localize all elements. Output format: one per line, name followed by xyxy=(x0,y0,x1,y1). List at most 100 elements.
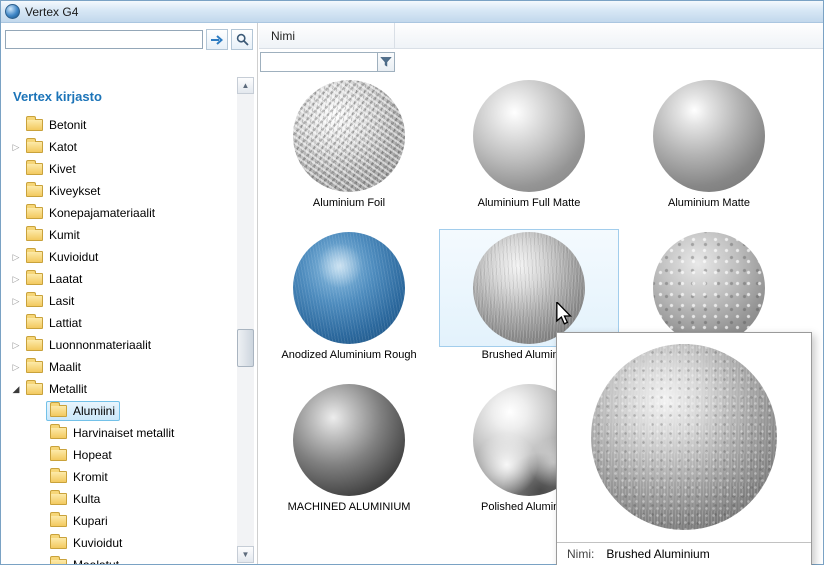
scroll-up-icon[interactable]: ▲ xyxy=(237,77,254,94)
material-thumbnail xyxy=(259,381,439,499)
material-name: Aluminium Foil xyxy=(259,197,439,209)
tree-item-maalatut[interactable]: Maalatut xyxy=(1,554,235,564)
tree-item-row: Kivet xyxy=(22,159,81,179)
tree-item-row: Kuvioidut xyxy=(46,533,127,553)
tree-item-kuvioidut[interactable]: Kuvioidut xyxy=(1,532,235,554)
material-sphere xyxy=(293,384,405,496)
folder-icon xyxy=(50,471,67,483)
folder-icon xyxy=(26,339,43,351)
column-header-nimi[interactable]: Nimi xyxy=(259,23,395,48)
folder-icon xyxy=(50,537,67,549)
tree-item-row: Hopeat xyxy=(46,445,117,465)
expand-icon[interactable]: ▷ xyxy=(10,142,22,153)
window-title: Vertex G4 xyxy=(25,5,78,19)
tree-item-label: Kupari xyxy=(73,514,108,528)
material-card-aluminium-matte[interactable]: Aluminium Matte xyxy=(619,75,799,227)
tree-item-label: Laatat xyxy=(49,272,82,286)
tree-item-row: Maalit xyxy=(22,357,86,377)
tree-item-kulta[interactable]: Kulta xyxy=(1,488,235,510)
column-header-rest xyxy=(395,23,823,48)
tree-item-row: Lattiat xyxy=(22,313,87,333)
scroll-down-icon[interactable]: ▼ xyxy=(237,546,254,563)
go-button[interactable] xyxy=(206,29,228,50)
tree-item-laatat[interactable]: ▷ Laatat xyxy=(1,268,235,290)
material-card-aluminium-full-matte[interactable]: Aluminium Full Matte xyxy=(439,75,619,227)
tree-item-lattiat[interactable]: Lattiat xyxy=(1,312,235,334)
tree-item-luonnonmateriaalit[interactable]: ▷ Luonnonmateriaalit xyxy=(1,334,235,356)
tree-item-kivet[interactable]: Kivet xyxy=(1,158,235,180)
tree-scrollbar[interactable]: ▲ ▼ xyxy=(237,77,254,563)
filter-input[interactable] xyxy=(260,52,377,72)
library-panel: Vertex kirjasto Betonit ▷Katot Kivet Kiveyk… xyxy=(1,23,258,564)
expand-icon[interactable]: ▷ xyxy=(10,362,22,373)
material-thumbnail xyxy=(439,229,619,347)
tree-item-label: Betonit xyxy=(49,118,86,132)
material-card-machined-aluminium[interactable]: MACHINED ALUMINIUM xyxy=(259,379,439,531)
expand-icon[interactable]: ▷ xyxy=(10,296,22,307)
tree-item-alumiini[interactable]: Alumiini xyxy=(1,400,235,422)
material-name: MACHINED ALUMINIUM xyxy=(259,501,439,513)
tree-item-label: Kivet xyxy=(49,162,76,176)
expand-icon[interactable]: ▷ xyxy=(10,340,22,351)
material-sphere xyxy=(653,232,765,344)
tree-item-label: Lattiat xyxy=(49,316,82,330)
scroll-thumb[interactable] xyxy=(237,329,254,367)
tree-item-label: Luonnonmateriaalit xyxy=(49,338,151,352)
tree-item-row: Lasit xyxy=(22,291,79,311)
tree-item-kupari[interactable]: Kupari xyxy=(1,510,235,532)
search-input[interactable] xyxy=(5,30,203,49)
tree-item-label: Kromit xyxy=(73,470,108,484)
material-name: Anodized Aluminium Rough xyxy=(259,349,439,361)
tree-list: Betonit ▷Katot Kivet Kiveykset Konepajamater… xyxy=(1,114,235,564)
tree-item-maalit[interactable]: ▷Maalit xyxy=(1,356,235,378)
tree-item-label: Kulta xyxy=(73,492,100,506)
tree-item-label: Kuvioidut xyxy=(73,536,122,550)
tree-item-label: Kumit xyxy=(49,228,80,242)
tree-item-kromit[interactable]: Kromit xyxy=(1,466,235,488)
tree-item-kumit[interactable]: Kumit xyxy=(1,224,235,246)
expand-icon[interactable]: ▷ xyxy=(10,274,22,285)
tree-item-konepajamateriaalit[interactable]: Konepajamateriaalit xyxy=(1,202,235,224)
folder-icon xyxy=(26,141,43,153)
tree-item-metallit[interactable]: ◢Metallit xyxy=(1,378,235,400)
preview-field-label: Nimi: xyxy=(567,547,594,561)
column-header-row: Nimi xyxy=(259,23,823,49)
search-button[interactable] xyxy=(231,29,253,50)
folder-icon xyxy=(50,559,67,564)
tree-item-kiveykset[interactable]: Kiveykset xyxy=(1,180,235,202)
tree-item-lasit[interactable]: ▷Lasit xyxy=(1,290,235,312)
library-tree: Vertex kirjasto Betonit ▷Katot Kivet Kiveyk… xyxy=(1,73,235,564)
filter-button[interactable] xyxy=(377,52,395,72)
window-titlebar: Vertex G4 xyxy=(1,1,823,23)
material-thumbnail xyxy=(259,229,439,347)
tree-item-row: Kulta xyxy=(46,489,105,509)
folder-icon xyxy=(26,295,43,307)
tree-item-harvinaiset-metallit[interactable]: Harvinaiset metallit xyxy=(1,422,235,444)
tree-item-kuvioidut[interactable]: ▷Kuvioidut xyxy=(1,246,235,268)
expand-icon[interactable]: ▷ xyxy=(10,252,22,263)
material-sphere xyxy=(473,80,585,192)
collapse-icon[interactable]: ◢ xyxy=(10,384,22,395)
app-icon xyxy=(5,4,20,19)
tree-item-row: Laatat xyxy=(22,269,87,289)
tree-item-label: Kiveykset xyxy=(49,184,100,198)
tree-item-row: Luonnonmateriaalit xyxy=(22,335,156,355)
tree-item-row: Alumiini xyxy=(46,401,120,421)
folder-icon xyxy=(50,405,67,417)
tree-item-row: Metallit xyxy=(22,379,92,399)
tree-item-row: Kupari xyxy=(46,511,113,531)
funnel-icon xyxy=(380,56,392,68)
tree-item-label: Konepajamateriaalit xyxy=(49,206,155,220)
folder-icon xyxy=(26,251,43,263)
material-card-aluminium-foil[interactable]: Aluminium Foil xyxy=(259,75,439,227)
tree-item-katot[interactable]: ▷Katot xyxy=(1,136,235,158)
folder-icon xyxy=(26,185,43,197)
material-thumbnail xyxy=(259,77,439,195)
tree-item-row: Harvinaiset metallit xyxy=(46,423,179,443)
tree-item-betonit[interactable]: Betonit xyxy=(1,114,235,136)
tree-title: Vertex kirjasto xyxy=(1,89,235,114)
material-card-anodized-aluminium-rough[interactable]: Anodized Aluminium Rough xyxy=(259,227,439,379)
folder-icon xyxy=(26,383,43,395)
folder-icon xyxy=(50,493,67,505)
tree-item-hopeat[interactable]: Hopeat xyxy=(1,444,235,466)
